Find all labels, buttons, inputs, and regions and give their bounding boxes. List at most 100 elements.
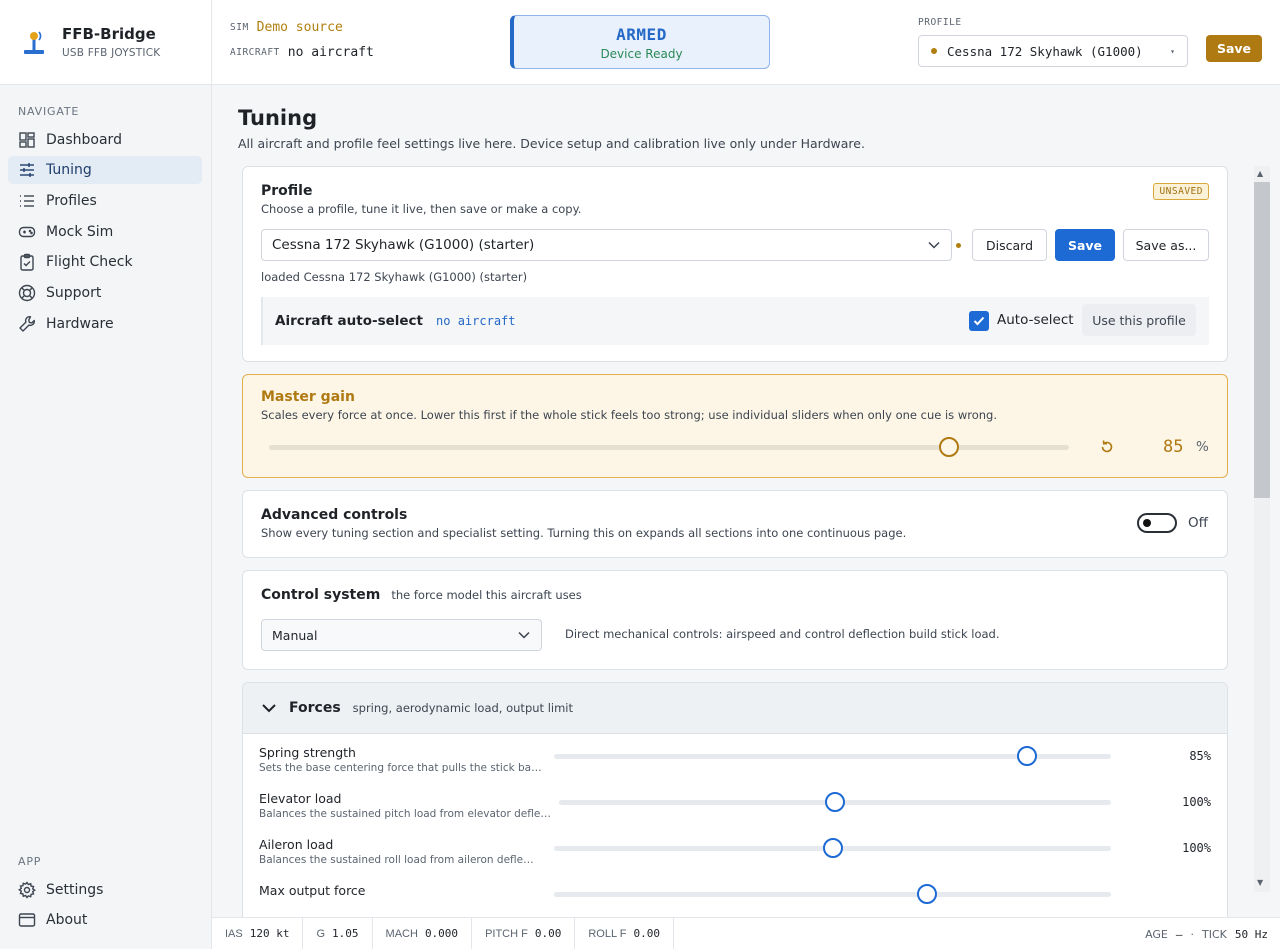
telemetry-key: IAS: [225, 927, 243, 940]
sidebar-item-flight-check[interactable]: Flight Check: [8, 248, 202, 276]
telemetry-key: ROLL F: [588, 927, 627, 940]
control-system-hint: the force model this aircraft uses: [391, 588, 582, 602]
caret-down-icon: ▾: [1170, 46, 1175, 56]
age-label: AGE: [1145, 927, 1168, 941]
sidebar-item-mock-sim[interactable]: Mock Sim: [8, 218, 202, 246]
header-save-button[interactable]: Save: [1206, 35, 1262, 62]
autoselect-label: Aircraft auto-select: [275, 313, 424, 329]
tick-label: TICK: [1202, 927, 1227, 941]
age-value: —: [1175, 927, 1183, 941]
sidebar-item-hardware[interactable]: Hardware: [8, 310, 202, 338]
telemetry-value: 120 kt: [249, 927, 290, 940]
advanced-controls-toggle[interactable]: [1137, 513, 1177, 533]
reset-icon[interactable]: [1099, 439, 1115, 455]
header-profile-select[interactable]: Cessna 172 Skyhawk (G1000) ▾: [918, 35, 1188, 67]
force-slider-thumb[interactable]: [1017, 746, 1038, 766]
sidebar-item-label: Profiles: [46, 193, 97, 209]
brand: FFB-Bridge USB FFB JOYSTICK: [0, 0, 211, 85]
force-slider-thumb[interactable]: [822, 838, 843, 858]
aircraft-autoselect-row: Aircraft auto-select no aircraft Auto-se…: [261, 297, 1209, 345]
force-description: Balances the sustained roll load from ai…: [259, 854, 539, 866]
master-gain-card: Master gain Scales every force at once. …: [242, 374, 1228, 478]
telemetry-roll-force: ROLL F 0.00: [575, 917, 674, 949]
advanced-controls-title: Advanced controls: [261, 507, 408, 523]
telemetry-right: AGE — · TICK 50 Hz: [1145, 918, 1268, 949]
advanced-controls-card: Advanced controls Show every tuning sect…: [242, 490, 1228, 558]
brand-subtitle: USB FFB JOYSTICK: [62, 47, 161, 59]
brand-title: FFB-Bridge: [62, 25, 156, 43]
master-gain-unit: %: [1196, 439, 1209, 455]
top-header: SIM Demo source AIRCRAFT no aircraft ARM…: [212, 0, 1280, 85]
scroll-down-icon[interactable]: ▼: [1257, 878, 1263, 887]
telemetry-key: G: [316, 927, 326, 940]
forces-header[interactable]: Forces spring, aerodynamic load, output …: [243, 683, 1227, 734]
sim-label: SIM: [230, 22, 249, 33]
telemetry-footer: IAS 120 kt G 1.05 MACH 0.000 PITCH F 0.00 RO…: [212, 917, 1280, 949]
sidebar-item-support[interactable]: Support: [8, 279, 202, 307]
lifebuoy-icon: [18, 284, 36, 302]
loaded-status: loaded Cessna 172 Skyhawk (G1000) (start…: [261, 270, 528, 284]
force-slider-track[interactable]: [554, 892, 1111, 897]
use-this-profile-button[interactable]: Use this profile: [1082, 304, 1196, 336]
chevron-down-icon: [262, 704, 276, 713]
armed-status-banner: ARMED Device Ready: [510, 15, 770, 69]
profile-card-title: Profile: [261, 183, 313, 199]
app-heading: APP: [18, 855, 42, 868]
advanced-controls-state: Off: [1188, 515, 1208, 531]
chevron-down-icon: [928, 241, 940, 249]
scrollbar-thumb[interactable]: [1254, 182, 1270, 498]
list-icon: [20, 195, 34, 207]
force-description: Sets the base centering force that pulls…: [259, 762, 544, 774]
joystick-logo-icon: [20, 28, 48, 56]
forces-title: Forces: [289, 700, 341, 716]
sidebar-item-tuning[interactable]: Tuning: [8, 156, 202, 184]
sidebar-item-label: About: [46, 912, 88, 928]
chevron-down-icon: [518, 631, 530, 639]
telemetry-value: 0.00: [633, 927, 660, 940]
page-title: Tuning: [238, 106, 318, 130]
autoselect-checkbox[interactable]: [969, 311, 989, 331]
sidebar-item-profiles[interactable]: Profiles: [8, 187, 202, 215]
clipboard-check-icon: [20, 253, 34, 271]
sidebar-item-about[interactable]: About: [8, 906, 202, 934]
sidebar-item-dashboard[interactable]: Dashboard: [8, 126, 202, 154]
sidebar-item-label: Support: [46, 285, 102, 301]
profile-select[interactable]: Cessna 172 Skyhawk (G1000) (starter): [261, 229, 952, 261]
sidebar-item-label: Mock Sim: [46, 224, 114, 240]
force-row-spring-strength: Spring strength Sets the base centering …: [259, 745, 1215, 791]
save-as-button[interactable]: Save as...: [1123, 229, 1209, 261]
telemetry-ias: IAS 120 kt: [212, 917, 304, 949]
telemetry-value: 0.00: [534, 927, 562, 940]
discard-button[interactable]: Discard: [972, 229, 1047, 261]
force-slider-thumb[interactable]: [917, 884, 938, 904]
telemetry-g: G 1.05: [303, 917, 373, 949]
telemetry-value: 0.000: [424, 927, 459, 940]
aircraft-value: no aircraft: [287, 45, 374, 60]
master-gain-title: Master gain: [261, 389, 355, 405]
control-system-description: Direct mechanical controls: airspeed and…: [565, 627, 1000, 641]
autoselect-checkbox-label[interactable]: Auto-select: [997, 312, 1074, 328]
sidebar-item-label: Tuning: [46, 162, 92, 178]
save-button[interactable]: Save: [1055, 229, 1115, 261]
master-gain-slider-thumb[interactable]: [939, 437, 959, 457]
profile-card-subtitle: Choose a profile, tune it live, then sav…: [261, 202, 582, 216]
force-label: Spring strength: [259, 745, 356, 760]
checkmark-icon: [973, 316, 985, 326]
force-value: 100%: [1182, 841, 1211, 855]
sidebar-item-settings[interactable]: Settings: [8, 876, 202, 904]
advanced-controls-subtitle: Show every tuning section and specialist…: [261, 526, 907, 540]
telemetry-key: PITCH F: [485, 927, 528, 940]
force-slider-thumb[interactable]: [825, 792, 845, 812]
control-system-title: Control system: [261, 587, 381, 603]
unsaved-dot: [931, 48, 937, 54]
master-gain-value[interactable]: 85: [1163, 437, 1183, 457]
armed-title: ARMED: [616, 25, 667, 44]
control-system-select[interactable]: Manual: [261, 619, 542, 651]
toggle-knob: [1143, 519, 1151, 527]
control-system-card: Control system the force model this airc…: [242, 570, 1228, 670]
sidebar-item-label: Hardware: [46, 316, 114, 332]
scroll-up-icon[interactable]: ▲: [1257, 169, 1263, 178]
force-row-max-output-force: Max output force: [259, 883, 1215, 917]
gear-icon: [18, 881, 36, 899]
telemetry-key: MACH: [385, 927, 418, 940]
